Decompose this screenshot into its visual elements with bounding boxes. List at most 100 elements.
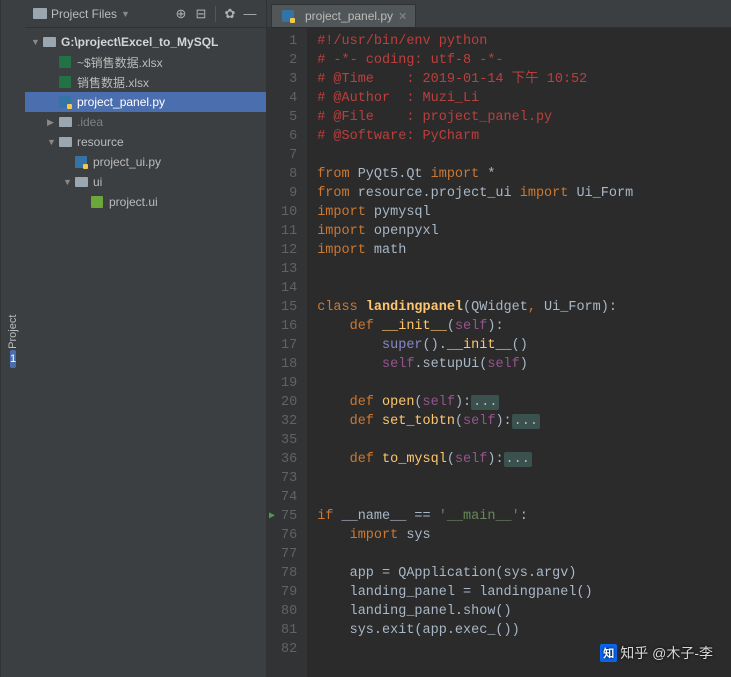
locate-icon[interactable]: ⊕ <box>173 6 189 22</box>
panel-title-text: Project Files <box>51 7 117 21</box>
code-line[interactable]: landing_panel = landingpanel() <box>317 583 731 602</box>
line-number: 15 <box>281 298 297 317</box>
tree-item-label: resource <box>77 135 124 149</box>
line-number: 35 <box>281 431 297 450</box>
line-number: 11 <box>281 222 297 241</box>
collapse-icon[interactable]: ⊟ <box>193 6 209 22</box>
tree-item[interactable]: ▼ui <box>25 172 266 192</box>
line-number: 75▶ <box>281 507 297 526</box>
panel-title[interactable]: Project Files ▼ <box>33 7 169 21</box>
code-line[interactable]: landing_panel.show() <box>317 602 731 621</box>
code-line[interactable]: import sys <box>317 526 731 545</box>
code-line[interactable]: if __name__ == '__main__': <box>317 507 731 526</box>
editor-panel: project_panel.py ✕ 123456789101112131415… <box>267 0 731 677</box>
line-number: 3 <box>281 70 297 89</box>
chevron-down-icon: ▼ <box>121 9 130 19</box>
line-number: 17 <box>281 336 297 355</box>
tree-item-label: G:\project\Excel_to_MySQL <box>61 35 218 49</box>
line-number: 7 <box>281 146 297 165</box>
line-number: 9 <box>281 184 297 203</box>
tree-item[interactable]: project.ui <box>25 192 266 212</box>
tree-item-label: project.ui <box>109 195 158 209</box>
line-number: 82 <box>281 640 297 659</box>
code-line[interactable]: from PyQt5.Qt import * <box>317 165 731 184</box>
tab-label: project_panel.py <box>305 9 393 23</box>
code-line[interactable]: sys.exit(app.exec_()) <box>317 621 731 640</box>
line-number: 10 <box>281 203 297 222</box>
tree-item[interactable]: ~$销售数据.xlsx <box>25 52 266 72</box>
code-line[interactable]: def to_mysql(self):... <box>317 450 731 469</box>
tree-item-label: .idea <box>77 115 103 129</box>
line-number: 6 <box>281 127 297 146</box>
line-number: 36 <box>281 450 297 469</box>
code-line[interactable]: # @Author : Muzi_Li <box>317 89 731 108</box>
tree-item[interactable]: ▼resource <box>25 132 266 152</box>
tree-item[interactable]: project_panel.py <box>25 92 266 112</box>
code-line[interactable]: def open(self):... <box>317 393 731 412</box>
line-number: 73 <box>281 469 297 488</box>
code-line[interactable] <box>317 260 731 279</box>
gear-icon[interactable]: ✿ <box>222 6 238 22</box>
line-number: 77 <box>281 545 297 564</box>
tree-item[interactable]: project_ui.py <box>25 152 266 172</box>
code-line[interactable]: #!/usr/bin/env python <box>317 32 731 51</box>
code-line[interactable]: class landingpanel(QWidget, Ui_Form): <box>317 298 731 317</box>
hide-icon[interactable]: — <box>242 6 258 22</box>
folder-icon <box>73 175 89 189</box>
line-number: 13 <box>281 260 297 279</box>
code-line[interactable]: from resource.project_ui import Ui_Form <box>317 184 731 203</box>
line-number: 16 <box>281 317 297 336</box>
code-line[interactable] <box>317 545 731 564</box>
code-line[interactable]: import pymysql <box>317 203 731 222</box>
folder-icon <box>33 8 47 19</box>
code-line[interactable]: # -*- coding: utf-8 -*- <box>317 51 731 70</box>
line-number: 4 <box>281 89 297 108</box>
zhihu-logo-icon: 知 <box>600 644 617 662</box>
line-number: 81 <box>281 621 297 640</box>
project-panel-header: Project Files ▼ ⊕ ⊟ ✿ — <box>25 0 266 28</box>
tree-item[interactable]: ▼ G:\project\Excel_to_MySQL <box>25 32 266 52</box>
code-line[interactable]: # @File : project_panel.py <box>317 108 731 127</box>
code-line[interactable]: import openpyxl <box>317 222 731 241</box>
line-number: 2 <box>281 51 297 70</box>
line-number: 32 <box>281 412 297 431</box>
tree-arrow-icon: ▶ <box>47 117 57 128</box>
tree-item-label: 销售数据.xlsx <box>77 74 149 91</box>
code-line[interactable]: self.setupUi(self) <box>317 355 731 374</box>
code-line[interactable]: app = QApplication(sys.argv) <box>317 564 731 583</box>
project-tool-tab[interactable]: 1 Project <box>0 0 25 677</box>
tool-tab-number: 1 <box>10 350 16 368</box>
pyfile-icon <box>57 95 73 109</box>
xlsx-icon <box>57 75 73 89</box>
code-line[interactable]: def set_tobtn(self):... <box>317 412 731 431</box>
line-number: 80 <box>281 602 297 621</box>
code-area[interactable]: #!/usr/bin/env python# -*- coding: utf-8… <box>307 28 731 677</box>
code-line[interactable]: super().__init__() <box>317 336 731 355</box>
tree-item-label: ui <box>93 175 102 189</box>
tree-item-label: project_ui.py <box>93 155 161 169</box>
line-number: 19 <box>281 374 297 393</box>
line-number: 14 <box>281 279 297 298</box>
project-tree: ▼ G:\project\Excel_to_MySQL ~$销售数据.xlsx 销售数… <box>25 28 266 216</box>
code-editor[interactable]: 1234567891011121314151617181920323536737… <box>267 28 731 677</box>
tree-arrow-icon: ▼ <box>31 37 41 47</box>
editor-tabs: project_panel.py ✕ <box>267 0 731 28</box>
code-line[interactable] <box>317 469 731 488</box>
code-line[interactable]: import math <box>317 241 731 260</box>
code-line[interactable]: # @Time : 2019-01-14 下午 10:52 <box>317 70 731 89</box>
code-line[interactable] <box>317 279 731 298</box>
project-panel: Project Files ▼ ⊕ ⊟ ✿ — ▼ G:\project\Exce… <box>25 0 267 677</box>
editor-tab[interactable]: project_panel.py ✕ <box>271 4 416 28</box>
run-gutter-icon[interactable]: ▶ <box>269 507 275 526</box>
tree-item[interactable]: ▶ .idea <box>25 112 266 132</box>
tree-item[interactable]: 销售数据.xlsx <box>25 72 266 92</box>
code-line[interactable] <box>317 488 731 507</box>
close-icon[interactable]: ✕ <box>398 10 407 23</box>
code-line[interactable] <box>317 146 731 165</box>
line-number: 74 <box>281 488 297 507</box>
watermark-text: 知乎 @木子-李 <box>620 643 713 663</box>
code-line[interactable] <box>317 431 731 450</box>
code-line[interactable]: def __init__(self): <box>317 317 731 336</box>
code-line[interactable] <box>317 374 731 393</box>
code-line[interactable]: # @Software: PyCharm <box>317 127 731 146</box>
